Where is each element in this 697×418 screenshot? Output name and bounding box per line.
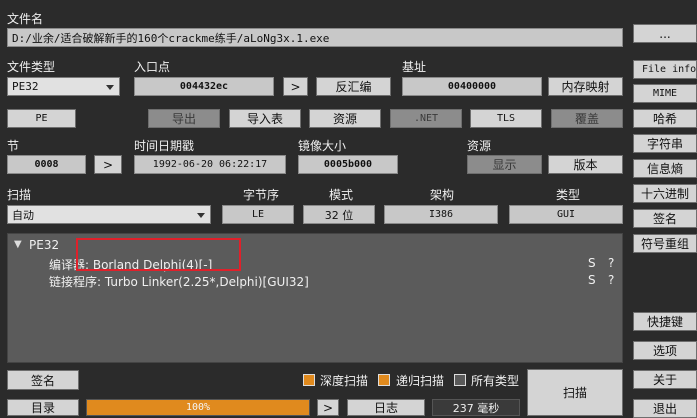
- entry-arrow-button[interactable]: >: [283, 77, 308, 96]
- imagesize-label: 镜像大小: [298, 139, 347, 153]
- scan-time: 237 毫秒: [432, 399, 520, 416]
- resource-label: 资源: [467, 139, 492, 153]
- all-types-checkbox[interactable]: [454, 374, 466, 386]
- scan-button[interactable]: 扫描: [527, 369, 623, 416]
- arch-field: I386: [384, 205, 498, 224]
- show-button[interactable]: 显示: [467, 155, 542, 174]
- all-types-label: 所有类型: [471, 374, 520, 388]
- progress-bar: 100%: [86, 399, 310, 416]
- endian-field: LE: [222, 205, 294, 224]
- mode-label: 模式: [329, 188, 354, 202]
- type-label: 类型: [556, 188, 581, 202]
- arch-label: 架构: [430, 188, 455, 202]
- log-button[interactable]: 日志: [347, 399, 425, 416]
- browse-button[interactable]: ...: [633, 24, 697, 43]
- filetype-value: PE32: [12, 80, 39, 93]
- sidebar-file-info[interactable]: File info: [633, 60, 697, 79]
- import-button[interactable]: 导入表: [229, 109, 301, 128]
- scanmode-combo[interactable]: 自动: [7, 205, 211, 224]
- filepath-field[interactable]: D:/业余/适合破解新手的160个crackme练手/aLoNg3x.1.exe: [7, 28, 623, 47]
- deep-scan-checkbox[interactable]: [303, 374, 315, 386]
- expand-triangle-icon[interactable]: ▼: [14, 239, 22, 250]
- signature-button[interactable]: 签名: [7, 370, 79, 390]
- datetime-label: 时间日期戳: [134, 139, 195, 153]
- imagesize-field[interactable]: 0005b000: [298, 155, 398, 174]
- deep-scan-label: 深度扫描: [320, 374, 369, 388]
- section-arrow-button[interactable]: >: [94, 155, 122, 174]
- section-label: 节: [7, 139, 20, 153]
- endian-label: 字节序: [243, 188, 280, 202]
- sidebar-entropy[interactable]: 信息熵: [633, 159, 697, 178]
- chevron-down-icon: [197, 212, 205, 218]
- progress-text: 100%: [185, 402, 211, 413]
- datetime-field[interactable]: 1992-06-20 06:22:17: [134, 155, 286, 174]
- sidebar-strings[interactable]: 字符串: [633, 134, 697, 153]
- result-row-linker-s[interactable]: S: [588, 273, 596, 287]
- base-label: 基址: [402, 60, 427, 74]
- chevron-down-icon: [106, 84, 114, 90]
- sidebar-hex[interactable]: 十六进制: [633, 184, 697, 203]
- exit-button[interactable]: 退出: [633, 399, 697, 418]
- filetype-label: 文件类型: [7, 60, 56, 74]
- result-row-linker[interactable]: 链接程序: Turbo Linker(2.25*,Delphi)[GUI32]: [49, 273, 309, 290]
- type-field: GUI: [509, 205, 623, 224]
- pe-button[interactable]: PE: [7, 109, 76, 128]
- sidebar-mime[interactable]: MIME: [633, 84, 697, 103]
- overlay-button[interactable]: 覆盖: [551, 109, 623, 128]
- memmap-button[interactable]: 内存映射: [548, 77, 623, 96]
- entry-field[interactable]: 004432ec: [134, 77, 274, 96]
- recursive-scan-label: 递归扫描: [396, 374, 445, 388]
- disasm-button[interactable]: 反汇编: [316, 77, 391, 96]
- recursive-scan-checkbox[interactable]: [378, 374, 390, 386]
- result-row-compiler-q[interactable]: ?: [608, 256, 614, 270]
- mode-field: 32 位: [303, 205, 375, 224]
- options-button[interactable]: 选项: [633, 341, 697, 360]
- net-button[interactable]: .NET: [390, 109, 462, 128]
- base-field[interactable]: 00400000: [402, 77, 542, 96]
- resources-button[interactable]: 资源: [309, 109, 381, 128]
- section-field[interactable]: 0008: [7, 155, 86, 174]
- filetype-combo[interactable]: PE32: [7, 77, 120, 96]
- filename-label: 文件名: [7, 12, 44, 26]
- export-button[interactable]: 导出: [148, 109, 220, 128]
- scanmode-value: 自动: [12, 208, 34, 222]
- result-row-compiler-s[interactable]: S: [588, 256, 596, 270]
- version-button[interactable]: 版本: [548, 155, 623, 174]
- results-root[interactable]: PE32: [29, 238, 59, 252]
- directory-button[interactable]: 目录: [7, 399, 79, 416]
- bottom-arrow-button[interactable]: >: [317, 399, 339, 416]
- tls-button[interactable]: TLS: [470, 109, 542, 128]
- sidebar-hash[interactable]: 哈希: [633, 109, 697, 128]
- sidebar-signature[interactable]: 签名: [633, 209, 697, 228]
- entry-label: 入口点: [134, 60, 171, 74]
- result-row-linker-q[interactable]: ?: [608, 273, 614, 287]
- sidebar-demangle[interactable]: 符号重组: [633, 234, 697, 253]
- about-button[interactable]: 关于: [633, 370, 697, 389]
- scan-label: 扫描: [7, 188, 32, 202]
- highlight-box: [76, 238, 241, 271]
- shortcuts-button[interactable]: 快捷键: [633, 312, 697, 331]
